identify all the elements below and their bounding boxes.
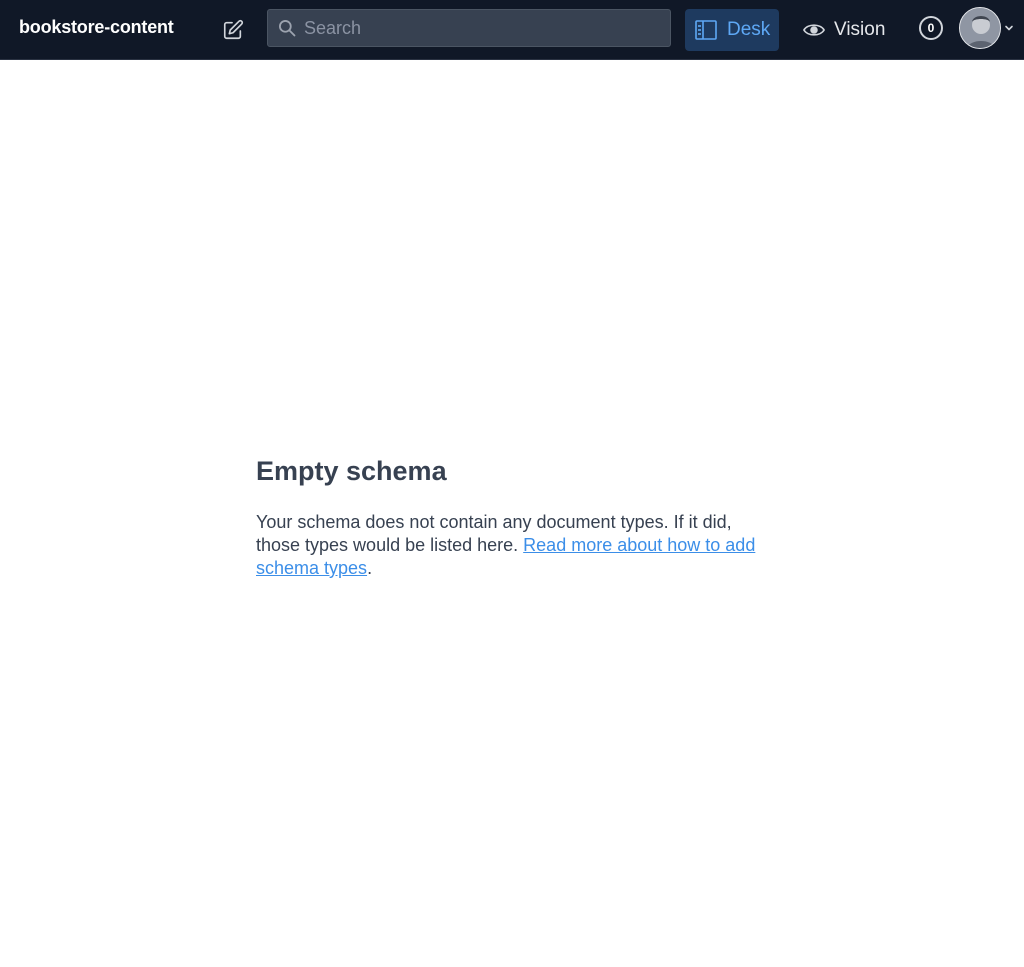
eye-icon: [803, 24, 825, 36]
empty-state-title: Empty schema: [256, 456, 447, 486]
search-input[interactable]: [304, 10, 664, 46]
vision-tool-button[interactable]: Vision: [796, 9, 896, 51]
user-menu-button[interactable]: [959, 7, 1017, 51]
description-period: .: [367, 558, 373, 578]
chevron-down-icon: [1005, 25, 1013, 31]
empty-schema-message: Empty schema Your schema does not contai…: [256, 455, 776, 580]
avatar: [959, 7, 1001, 49]
presence-count-badge[interactable]: 0: [919, 16, 943, 40]
desk-tool-button[interactable]: Desk: [685, 9, 779, 51]
search-field[interactable]: [267, 9, 671, 47]
compose-button[interactable]: [218, 15, 248, 45]
desk-icon: [695, 20, 717, 40]
compose-icon: [223, 19, 244, 40]
search-icon: [279, 20, 296, 37]
top-navbar: bookstore-content Desk Vision 0: [0, 0, 1024, 60]
project-title[interactable]: bookstore-content: [19, 17, 174, 38]
empty-state-description: Your schema does not contain any documen…: [256, 511, 776, 580]
desk-label: Desk: [727, 19, 771, 40]
vision-label: Vision: [834, 19, 886, 40]
avatar-image-icon: [960, 8, 1000, 48]
